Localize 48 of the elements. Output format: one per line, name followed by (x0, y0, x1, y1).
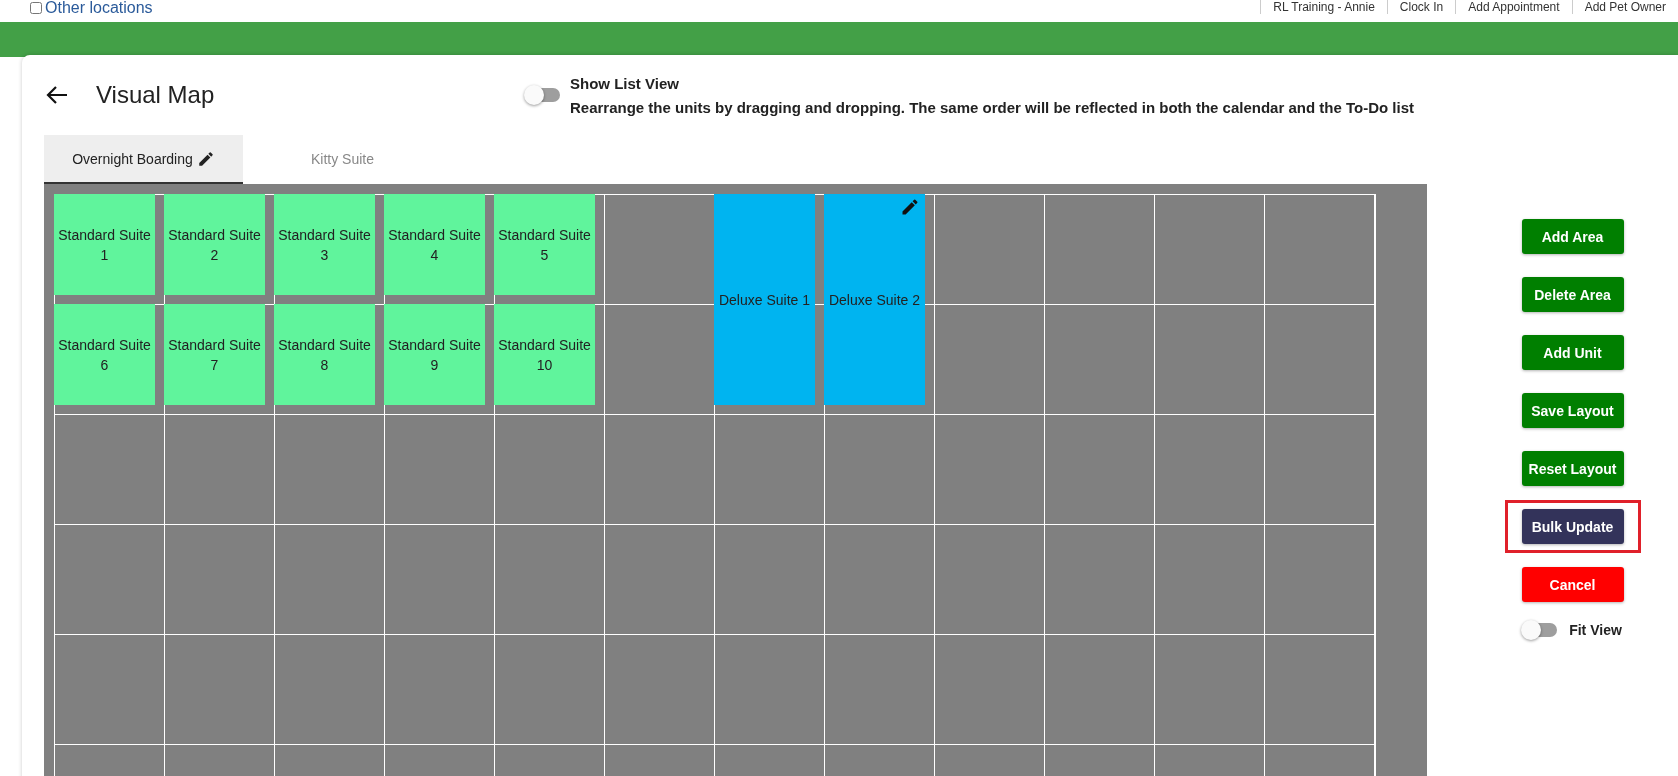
unit-tile[interactable]: Standard Suite 2 (164, 194, 265, 295)
unit-name: Standard Suite 9 (387, 335, 482, 375)
location-checkbox[interactable] (30, 2, 42, 14)
unit-tile[interactable]: Deluxe Suite 1 (714, 194, 815, 405)
action-button[interactable]: Add Area (1521, 219, 1624, 254)
toggle-label: Show List View (570, 74, 680, 92)
pencil-icon[interactable] (900, 197, 920, 217)
unit-name: Standard Suite 2 (167, 225, 262, 265)
unit-name: Standard Suite 3 (277, 225, 372, 265)
action-button[interactable]: Save Layout (1521, 393, 1624, 428)
instruction-text: Rearrange the units by dragging and dropping. The same order will be reflected in both the calendar and the To-Do list (570, 98, 1414, 116)
action-button[interactable]: Bulk Update (1521, 509, 1624, 544)
fit-view-toggle[interactable] (1523, 623, 1558, 637)
area-tab[interactable]: Kitty Suite (243, 135, 442, 184)
unit-tile[interactable]: Standard Suite 1 (54, 194, 155, 295)
unit-tile[interactable]: Deluxe Suite 2 (824, 194, 925, 405)
pencil-icon[interactable] (196, 149, 215, 168)
action-button[interactable]: Cancel (1521, 567, 1624, 602)
unit-tile[interactable]: Standard Suite 8 (274, 304, 375, 405)
action-button[interactable]: Reset Layout (1521, 451, 1624, 486)
unit-tile[interactable]: Standard Suite 6 (54, 304, 155, 405)
area-tab[interactable]: Overnight Boarding (44, 135, 243, 184)
unit-tile[interactable]: Standard Suite 10 (494, 304, 595, 405)
action-button[interactable]: Add Unit (1521, 335, 1624, 370)
list-view-toggle[interactable] (526, 88, 560, 102)
unit-tile[interactable]: Standard Suite 5 (494, 194, 595, 295)
unit-name: Standard Suite 4 (387, 225, 482, 265)
toggle-label: Fit View (1569, 622, 1622, 638)
back-arrow-icon[interactable] (46, 86, 68, 104)
unit-name: Standard Suite 7 (167, 335, 262, 375)
unit-tile[interactable]: Standard Suite 7 (164, 304, 265, 405)
action-button[interactable]: Delete Area (1521, 277, 1624, 312)
top-nav-link[interactable]: Add Appointment (1455, 0, 1572, 14)
unit-tile[interactable]: Standard Suite 4 (384, 194, 485, 295)
unit-tile[interactable]: Standard Suite 3 (274, 194, 375, 295)
page-title: Visual Map (96, 81, 216, 109)
unit-tile[interactable]: Standard Suite 9 (384, 304, 485, 405)
unit-name: Standard Suite 10 (497, 335, 592, 375)
top-nav-link[interactable]: Clock In (1386, 0, 1456, 14)
unit-name: Standard Suite 5 (497, 225, 592, 265)
unit-name: Standard Suite 6 (57, 335, 152, 375)
unit-name: Standard Suite 8 (277, 335, 372, 375)
unit-name: Deluxe Suite 1 (717, 290, 812, 310)
location-filter-label[interactable]: Other locations (45, 0, 153, 16)
unit-name: Standard Suite 1 (57, 225, 152, 265)
unit-name: Deluxe Suite 2 (827, 290, 922, 310)
top-nav-link[interactable]: Add Pet Owner (1571, 0, 1678, 14)
top-nav-link[interactable]: RL Training - Annie (1260, 0, 1387, 14)
